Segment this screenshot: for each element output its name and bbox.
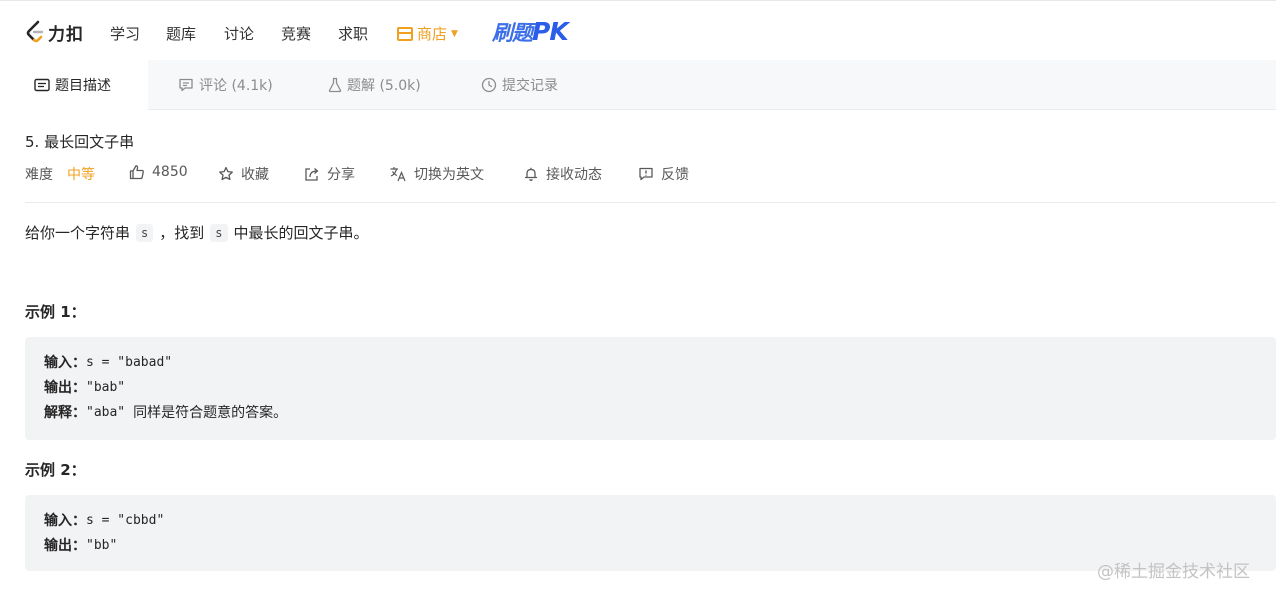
problem-description: 给你一个字符串 s ，找到 s 中最长的回文子串。: [25, 222, 369, 243]
example-1-input: 输入： s = "babad": [44, 352, 172, 372]
tab-solutions[interactable]: 题解 (5.0k): [328, 60, 421, 110]
bell-icon: [524, 167, 538, 181]
inline-code: s: [136, 223, 154, 242]
problem-title: 5. 最长回文子串: [25, 133, 135, 151]
example-2-input: 输入： s = "cbbd": [44, 510, 164, 530]
favorite-button[interactable]: 收藏: [218, 164, 269, 184]
logo-text: 力扣: [48, 24, 84, 45]
tab-comments[interactable]: 评论 (4.1k): [178, 60, 273, 110]
top-navbar: 力扣 学习 题库 讨论 竞赛 求职 商店 ▼ 刷题PK: [0, 0, 1276, 62]
example-2-output: 输出： "bb": [44, 535, 117, 555]
nav-item-learn[interactable]: 学习: [110, 23, 140, 44]
promo-brush-pk[interactable]: 刷题PK: [492, 17, 569, 47]
store-icon: [397, 26, 413, 41]
description-text-2: ，找到: [159, 224, 205, 242]
promo-text-pk: PK: [532, 17, 569, 46]
example-2-block: 输入： s = "cbbd" 输出： "bb": [25, 495, 1276, 571]
example-1-explanation: 解释： "aba" 同样是符合题意的答案。: [44, 402, 287, 422]
example-2-title: 示例 2：: [25, 461, 86, 479]
tab-comments-label: 评论 (4.1k): [199, 78, 273, 94]
clock-icon: [481, 77, 497, 93]
like-count: 4850: [152, 164, 188, 180]
tab-submissions-label: 提交记录: [502, 78, 558, 94]
explanation-label: 解释：: [44, 405, 86, 421]
description-text-1: 给你一个字符串: [25, 224, 131, 242]
share-icon: [305, 168, 319, 181]
translate-icon: [390, 167, 406, 182]
promo-text: 刷题: [492, 21, 533, 45]
leetcode-logo[interactable]: 力扣: [24, 19, 84, 45]
example-1-block: 输入： s = "babad" 输出： "bab" 解释： "aba" 同样是符…: [25, 337, 1276, 440]
input-label: 输入：: [44, 355, 86, 371]
tab-submissions[interactable]: 提交记录: [481, 60, 558, 110]
nav-item-contest[interactable]: 竞赛: [281, 23, 311, 44]
leetcode-logo-icon: [26, 20, 44, 43]
difficulty-badge: 中等: [67, 167, 95, 183]
translate-label: 切换为英文: [414, 167, 484, 183]
star-icon: [219, 166, 233, 181]
description-icon: [34, 78, 50, 92]
problem-meta-bar: 难度 中等 4850 收藏 分享 切换为英文 接收动态 反馈: [25, 164, 725, 184]
share-label: 分享: [327, 167, 355, 183]
feedback-label: 反馈: [661, 167, 689, 183]
watermark: @稀土掘金技术社区: [1097, 562, 1250, 582]
tab-description-label: 题目描述: [55, 78, 111, 94]
caret-down-icon: ▼: [451, 28, 458, 39]
output-label: 输出：: [44, 380, 86, 396]
subscribe-button[interactable]: 接收动态: [523, 164, 602, 184]
input-value: s = "babad": [86, 354, 173, 370]
store-label: 商店: [417, 25, 448, 43]
inline-code: s: [210, 223, 228, 242]
explanation-text: 同样是符合题意的答案。: [133, 405, 288, 421]
comment-icon: [178, 77, 194, 93]
output-value: "bb": [86, 537, 118, 553]
description-text-3: 中最长的回文子串。: [233, 224, 369, 242]
problem-tabbar: 题目描述 评论 (4.1k) 题解 (5.0k) 提交记录: [0, 60, 1276, 110]
favorite-label: 收藏: [241, 167, 269, 183]
nav-item-jobs[interactable]: 求职: [338, 23, 368, 44]
nav-item-problemset[interactable]: 题库: [166, 23, 196, 44]
tab-solutions-label: 题解 (5.0k): [347, 78, 421, 94]
input-value: s = "cbbd": [86, 512, 165, 528]
output-value: "bab": [86, 379, 126, 395]
share-button[interactable]: 分享: [304, 164, 355, 184]
explanation-code: "aba": [86, 404, 126, 420]
input-label: 输入：: [44, 513, 86, 529]
difficulty-label: 难度: [25, 167, 53, 183]
divider: [25, 202, 1276, 203]
example-1-title: 示例 1：: [25, 303, 86, 321]
translate-button[interactable]: 切换为英文: [389, 164, 484, 184]
example-1-output: 输出： "bab": [44, 377, 125, 397]
like-button[interactable]: 4850: [129, 164, 188, 180]
thumbs-up-icon: [129, 165, 144, 180]
nav-item-discuss[interactable]: 讨论: [224, 23, 254, 44]
flask-icon: [328, 77, 342, 93]
subscribe-label: 接收动态: [546, 167, 602, 183]
feedback-button[interactable]: 反馈: [638, 164, 689, 184]
output-label: 输出：: [44, 538, 86, 554]
nav-item-store[interactable]: 商店 ▼: [397, 23, 458, 44]
feedback-icon: [639, 167, 653, 181]
tab-description[interactable]: 题目描述: [0, 60, 148, 110]
